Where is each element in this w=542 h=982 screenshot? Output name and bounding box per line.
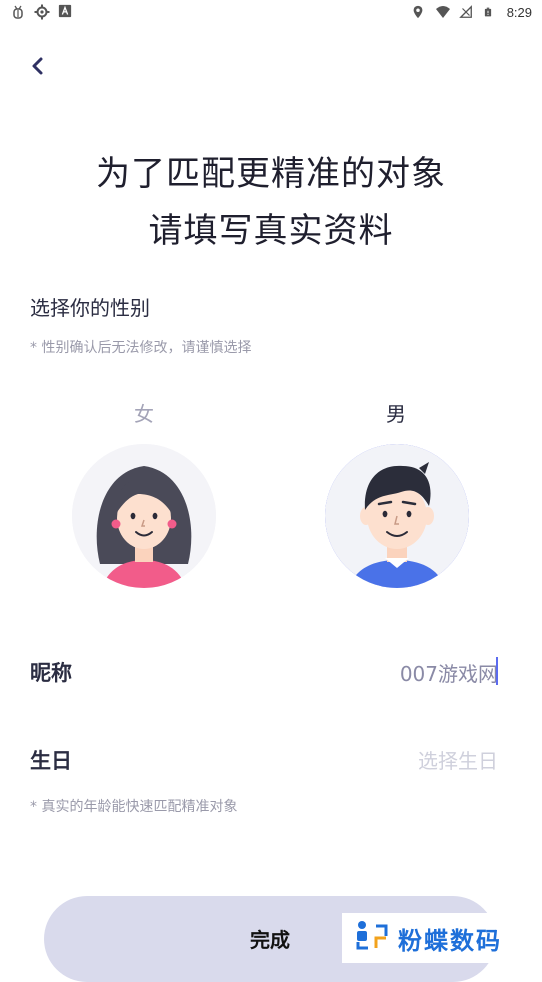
birthday-picker[interactable]: 选择生日 — [418, 745, 498, 774]
status-bar-right: 8:29 — [411, 4, 532, 20]
status-bar-left — [10, 4, 74, 20]
text-a-icon — [58, 4, 74, 20]
birthday-label: 生日 — [30, 749, 72, 773]
gender-note: * 性别确认后无法修改，请谨慎选择 — [30, 340, 252, 356]
gender-section-title: 选择你的性别 — [30, 296, 150, 320]
settings-gear-icon — [34, 4, 50, 20]
bug-icon — [10, 4, 26, 20]
female-avatar-option[interactable] — [72, 444, 216, 588]
gender-label-male[interactable]: 男 — [366, 398, 426, 427]
no-signal-icon — [458, 4, 475, 20]
watermark: 粉蝶数码 — [342, 913, 542, 963]
location-icon — [411, 4, 427, 20]
watermark-logo-icon — [354, 918, 390, 958]
nickname-label: 昵称 — [30, 661, 72, 685]
headline-line-1: 为了匹配更精准的对象 — [96, 154, 446, 194]
male-avatar-option[interactable] — [325, 444, 469, 588]
chevron-left-icon — [28, 56, 48, 80]
status-time: 8:29 — [506, 4, 532, 20]
nickname-input[interactable] — [278, 657, 498, 687]
female-avatar-icon — [72, 444, 216, 588]
gender-label-female[interactable]: 女 — [114, 398, 174, 427]
wifi-icon — [435, 4, 451, 20]
status-bar: 8:29 — [0, 0, 542, 24]
headline-line-2: 请填写真实资料 — [148, 211, 394, 251]
watermark-text: 粉蝶数码 — [398, 926, 502, 955]
male-avatar-icon — [325, 444, 469, 588]
back-button[interactable] — [22, 52, 54, 84]
battery-icon — [483, 4, 499, 20]
age-note: * 真实的年龄能快速匹配精准对象 — [30, 799, 238, 815]
text-cursor — [496, 657, 498, 685]
